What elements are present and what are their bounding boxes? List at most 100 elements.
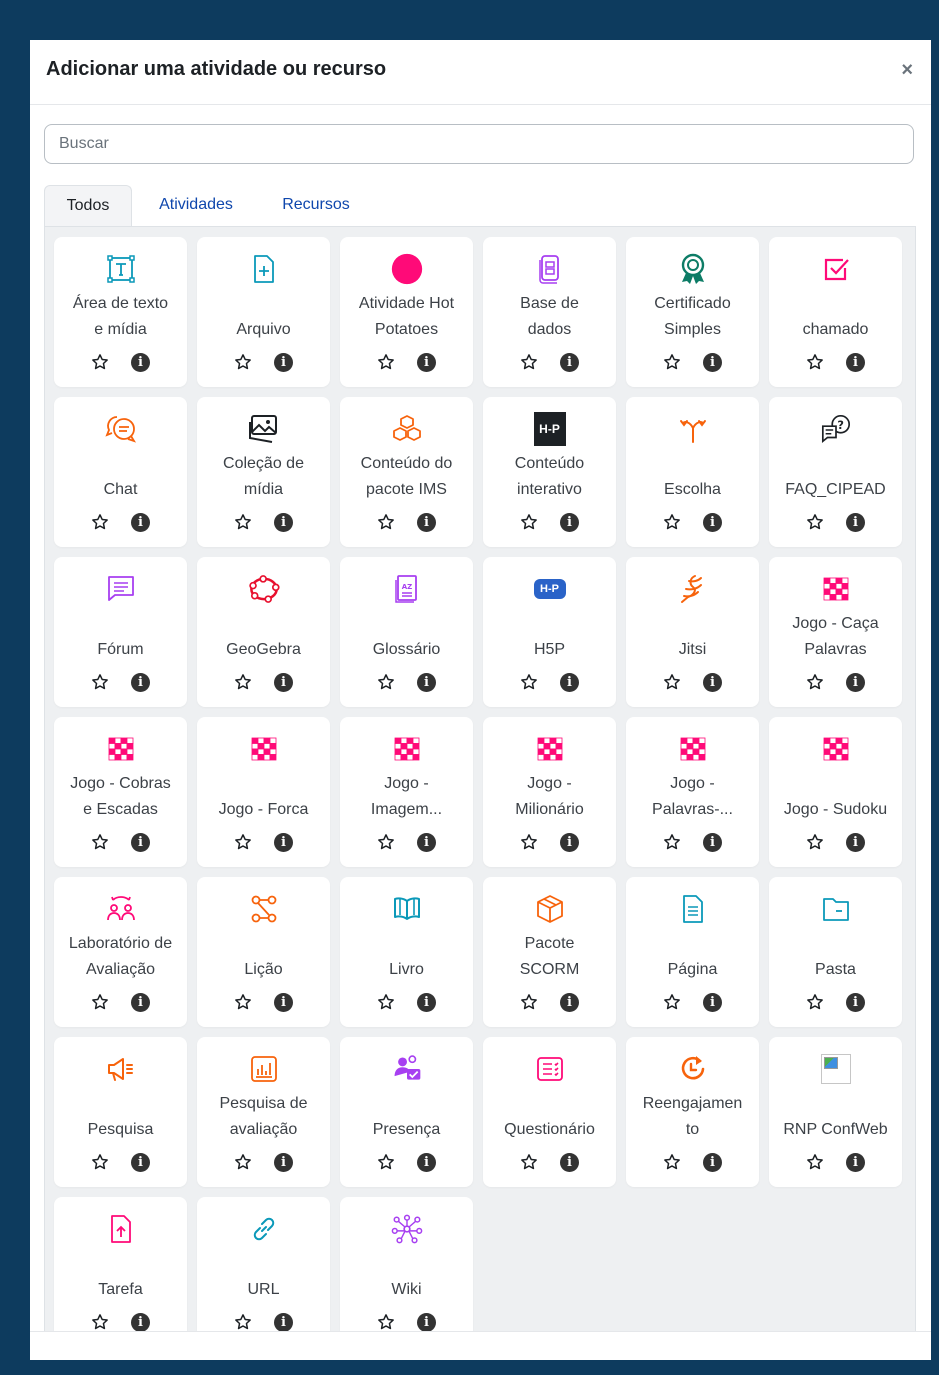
star-icon[interactable] bbox=[377, 1313, 395, 1331]
star-icon[interactable] bbox=[806, 1153, 824, 1171]
activity-card[interactable]: Wiki i bbox=[340, 1197, 473, 1347]
activity-card[interactable]: Atividade Hot Potatoes i bbox=[340, 237, 473, 387]
info-icon[interactable]: i bbox=[417, 1153, 436, 1172]
star-icon[interactable] bbox=[91, 353, 109, 371]
star-icon[interactable] bbox=[377, 353, 395, 371]
info-icon[interactable]: i bbox=[417, 993, 436, 1012]
star-icon[interactable] bbox=[663, 1153, 681, 1171]
info-icon[interactable]: i bbox=[274, 1313, 293, 1332]
star-icon[interactable] bbox=[91, 673, 109, 691]
star-icon[interactable] bbox=[663, 673, 681, 691]
activity-card[interactable]: H-P Conteúdo interativo i bbox=[483, 397, 616, 547]
info-icon[interactable]: i bbox=[131, 993, 150, 1012]
star-icon[interactable] bbox=[520, 833, 538, 851]
info-icon[interactable]: i bbox=[846, 673, 865, 692]
star-icon[interactable] bbox=[377, 833, 395, 851]
activity-card[interactable]: Jitsi i bbox=[626, 557, 759, 707]
star-icon[interactable] bbox=[806, 513, 824, 531]
star-icon[interactable] bbox=[91, 993, 109, 1011]
info-icon[interactable]: i bbox=[846, 993, 865, 1012]
activity-card[interactable]: Pesquisa de avaliação i bbox=[197, 1037, 330, 1187]
activity-card[interactable]: Livro i bbox=[340, 877, 473, 1027]
star-icon[interactable] bbox=[520, 513, 538, 531]
info-icon[interactable]: i bbox=[560, 353, 579, 372]
activity-card[interactable]: Chat i bbox=[54, 397, 187, 547]
activity-card[interactable]: Escolha i bbox=[626, 397, 759, 547]
star-icon[interactable] bbox=[520, 673, 538, 691]
info-icon[interactable]: i bbox=[560, 833, 579, 852]
info-icon[interactable]: i bbox=[417, 833, 436, 852]
info-icon[interactable]: i bbox=[560, 673, 579, 692]
activity-card[interactable]: Jogo - Sudoku i bbox=[769, 717, 902, 867]
info-icon[interactable]: i bbox=[560, 993, 579, 1012]
activity-card[interactable]: Lição i bbox=[197, 877, 330, 1027]
info-icon[interactable]: i bbox=[274, 673, 293, 692]
activity-card[interactable]: Coleção de mídia i bbox=[197, 397, 330, 547]
info-icon[interactable]: i bbox=[274, 513, 293, 532]
info-icon[interactable]: i bbox=[560, 1153, 579, 1172]
star-icon[interactable] bbox=[663, 353, 681, 371]
info-icon[interactable]: i bbox=[131, 833, 150, 852]
info-icon[interactable]: i bbox=[131, 673, 150, 692]
activity-card[interactable]: Jogo - Caça Palavras i bbox=[769, 557, 902, 707]
info-icon[interactable]: i bbox=[274, 993, 293, 1012]
activity-card[interactable]: Fórum i bbox=[54, 557, 187, 707]
info-icon[interactable]: i bbox=[846, 833, 865, 852]
info-icon[interactable]: i bbox=[703, 993, 722, 1012]
star-icon[interactable] bbox=[234, 833, 252, 851]
info-icon[interactable]: i bbox=[131, 1313, 150, 1332]
activity-card[interactable]: Questionário i bbox=[483, 1037, 616, 1187]
star-icon[interactable] bbox=[520, 993, 538, 1011]
activity-card[interactable]: Área de texto e mídia i bbox=[54, 237, 187, 387]
star-icon[interactable] bbox=[234, 673, 252, 691]
star-icon[interactable] bbox=[806, 673, 824, 691]
star-icon[interactable] bbox=[520, 1153, 538, 1171]
info-icon[interactable]: i bbox=[703, 673, 722, 692]
info-icon[interactable]: i bbox=[560, 513, 579, 532]
star-icon[interactable] bbox=[377, 513, 395, 531]
activity-card[interactable]: GeoGebra i bbox=[197, 557, 330, 707]
info-icon[interactable]: i bbox=[274, 833, 293, 852]
activity-card[interactable]: Jogo - Forca i bbox=[197, 717, 330, 867]
star-icon[interactable] bbox=[520, 353, 538, 371]
activity-card[interactable]: Base de dados i bbox=[483, 237, 616, 387]
tab-atividades[interactable]: Atividades bbox=[142, 185, 250, 227]
info-icon[interactable]: i bbox=[417, 353, 436, 372]
activity-card[interactable]: Arquivo i bbox=[197, 237, 330, 387]
activity-card[interactable]: Tarefa i bbox=[54, 1197, 187, 1347]
activity-card[interactable]: Jogo - Palavras-... i bbox=[626, 717, 759, 867]
activity-card[interactable]: Página i bbox=[626, 877, 759, 1027]
star-icon[interactable] bbox=[377, 673, 395, 691]
star-icon[interactable] bbox=[91, 513, 109, 531]
info-icon[interactable]: i bbox=[417, 513, 436, 532]
star-icon[interactable] bbox=[663, 993, 681, 1011]
activity-card[interactable]: Jogo - Milionário i bbox=[483, 717, 616, 867]
star-icon[interactable] bbox=[806, 353, 824, 371]
tab-recursos[interactable]: Recursos bbox=[266, 185, 366, 227]
star-icon[interactable] bbox=[234, 993, 252, 1011]
activity-card[interactable]: Pacote SCORM i bbox=[483, 877, 616, 1027]
info-icon[interactable]: i bbox=[131, 353, 150, 372]
info-icon[interactable]: i bbox=[274, 353, 293, 372]
activity-card[interactable]: URL i bbox=[197, 1197, 330, 1347]
info-icon[interactable]: i bbox=[846, 353, 865, 372]
star-icon[interactable] bbox=[806, 993, 824, 1011]
info-icon[interactable]: i bbox=[417, 1313, 436, 1332]
star-icon[interactable] bbox=[377, 1153, 395, 1171]
activity-card[interactable]: Laboratório de Avaliação i bbox=[54, 877, 187, 1027]
activity-card[interactable]: Presença i bbox=[340, 1037, 473, 1187]
info-icon[interactable]: i bbox=[131, 513, 150, 532]
info-icon[interactable]: i bbox=[703, 833, 722, 852]
activity-card[interactable]: Reengajamen to i bbox=[626, 1037, 759, 1187]
info-icon[interactable]: i bbox=[274, 1153, 293, 1172]
info-icon[interactable]: i bbox=[703, 353, 722, 372]
tab-todos[interactable]: Todos bbox=[44, 185, 132, 227]
activity-card[interactable]: Jogo - Cobras e Escadas i bbox=[54, 717, 187, 867]
info-icon[interactable]: i bbox=[846, 513, 865, 532]
activity-card[interactable]: H-P H5P i bbox=[483, 557, 616, 707]
activity-card[interactable]: Jogo - Imagem... i bbox=[340, 717, 473, 867]
search-input[interactable] bbox=[44, 124, 914, 164]
info-icon[interactable]: i bbox=[131, 1153, 150, 1172]
star-icon[interactable] bbox=[806, 833, 824, 851]
info-icon[interactable]: i bbox=[703, 513, 722, 532]
